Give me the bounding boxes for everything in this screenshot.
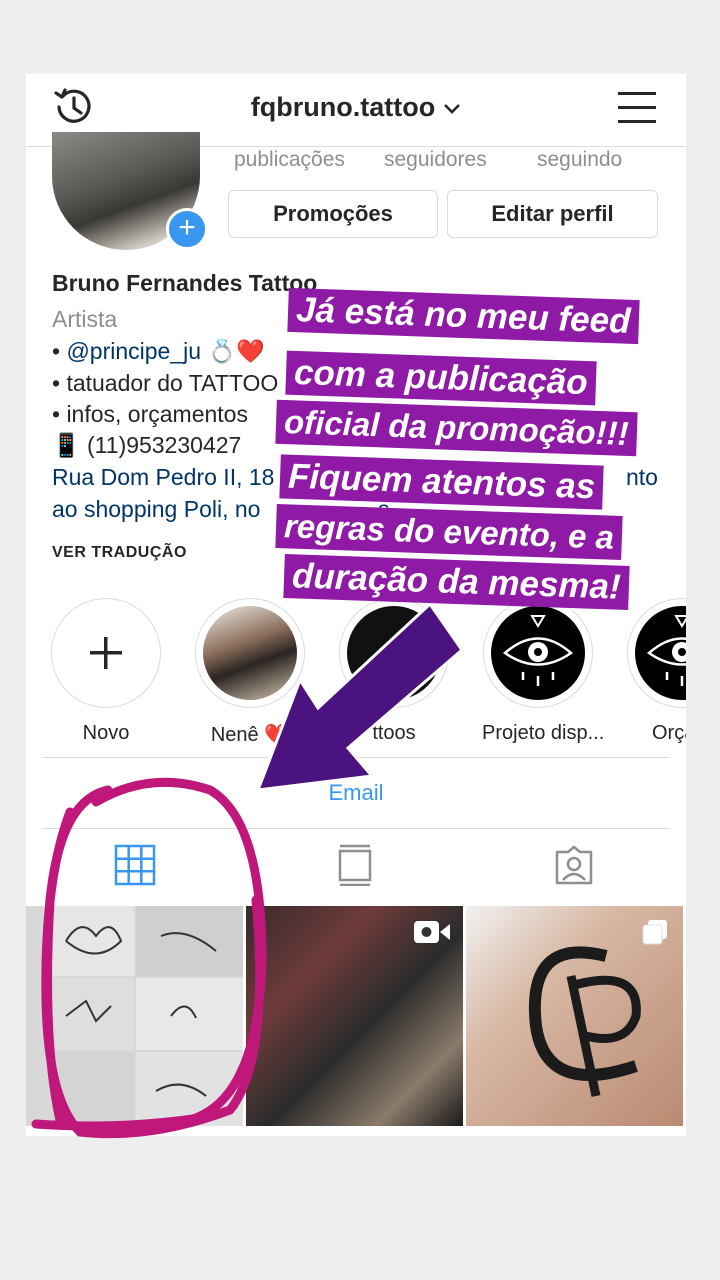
feed-view-icon[interactable] — [334, 844, 376, 886]
username: fqbruno.tattoo — [250, 92, 436, 122]
highlight-ring — [627, 598, 686, 708]
add-story-badge-icon[interactable]: + — [166, 208, 208, 250]
highlight-photo — [203, 606, 297, 700]
grid-view-icon[interactable] — [114, 844, 156, 886]
highlight-label: Novo — [82, 722, 130, 744]
highlight-new[interactable]: Novo — [50, 598, 162, 745]
post-thumbnail[interactable] — [246, 906, 463, 1126]
followers-label[interactable]: seguidores — [384, 148, 487, 172]
bio-address-1[interactable]: Rua Dom Pedro II, 18 — [52, 464, 274, 491]
profile-category: Artista — [52, 306, 118, 332]
video-icon — [414, 921, 450, 943]
divider — [42, 828, 670, 829]
profile-name: Bruno Fernandes Tattoo — [52, 270, 318, 296]
divider — [42, 757, 670, 758]
plus-icon — [90, 637, 122, 669]
highlight-orcamento[interactable]: Orçam — [626, 598, 686, 745]
highlight-nene[interactable]: Nenê ❤️ — [194, 598, 306, 747]
highlight-photo — [491, 606, 585, 700]
highlight-label: ttoos — [372, 722, 416, 744]
bio-bullet: • — [52, 338, 61, 364]
bio-phone: 📱 (11)953230427 — [52, 432, 242, 458]
bio-address-2[interactable]: ao shopping Poli, no — [52, 496, 260, 523]
highlight-photo — [635, 606, 686, 700]
chevron-down-icon — [444, 103, 461, 114]
username-switcher[interactable]: fqbruno.tattoo — [26, 92, 686, 123]
highlight-photo — [347, 606, 441, 700]
highlight-ring — [483, 598, 593, 708]
eye-logo-icon — [646, 615, 686, 686]
highlight-tattoos[interactable]: ttoos — [338, 598, 450, 745]
following-label[interactable]: seguindo — [537, 148, 622, 172]
promotions-button[interactable]: Promoções — [228, 190, 438, 238]
tagged-photos-icon[interactable] — [553, 844, 595, 886]
posts-label[interactable]: publicações — [234, 148, 345, 172]
bio-address-1-tail[interactable]: nto — [626, 464, 658, 491]
highlight-new-circle — [51, 598, 161, 708]
mention-link[interactable]: @principe_ju — [66, 338, 201, 364]
highlight-projeto[interactable]: Projeto disp... — [482, 598, 605, 745]
eye-logo-icon — [502, 615, 574, 686]
highlight-label: Nenê ❤️ — [210, 724, 290, 746]
see-translation-link[interactable]: VER TRADUÇÃO — [52, 544, 187, 562]
carousel-icon — [642, 920, 667, 945]
bio-line-3: • infos, orçamentos — [52, 401, 248, 427]
bio-line-1: • @principe_ju 💍❤️ — [52, 338, 265, 365]
posts-grid — [26, 906, 686, 1126]
edit-profile-button[interactable]: Editar perfil — [447, 190, 658, 238]
highlight-label: Orçam — [652, 722, 686, 744]
post-thumbnail[interactable] — [26, 906, 243, 1126]
bio-emoji: 💍❤️ — [207, 338, 265, 364]
post-image — [26, 906, 243, 1126]
highlight-ring — [339, 598, 449, 708]
bio-line-2: • tatuador do TATTOO — [52, 370, 279, 396]
post-thumbnail[interactable] — [466, 906, 683, 1126]
highlight-ring — [195, 598, 305, 708]
highlight-label: Projeto disp... — [482, 722, 605, 744]
email-button[interactable]: Email — [26, 780, 686, 806]
menu-icon[interactable] — [618, 90, 656, 124]
